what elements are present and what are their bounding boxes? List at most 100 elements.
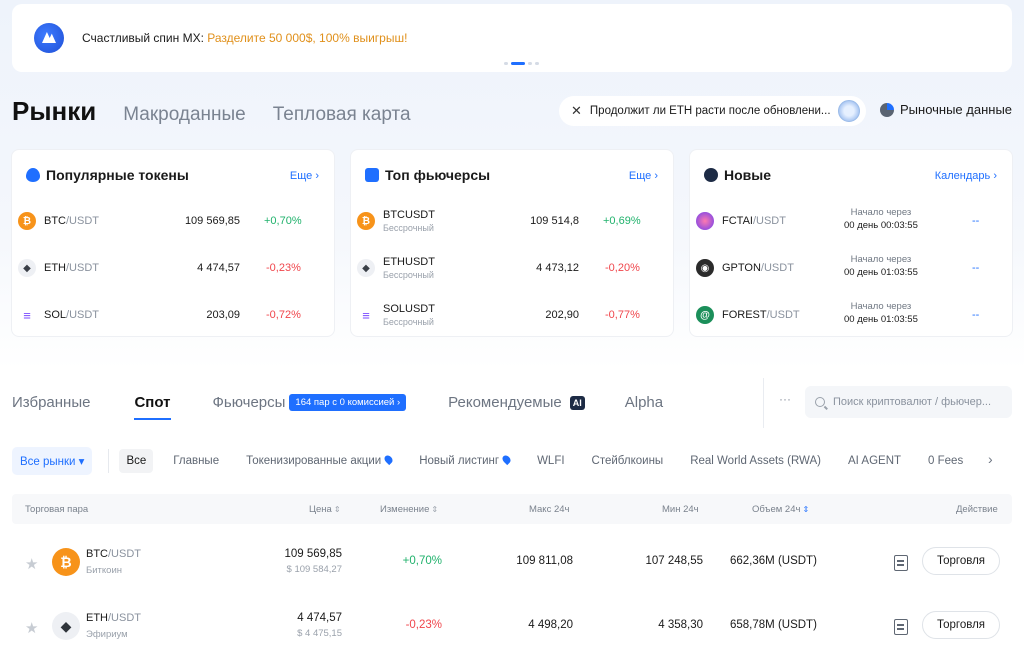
eth-icon: ◆ <box>52 612 80 640</box>
drop-icon <box>383 453 395 466</box>
filter-new-listing[interactable]: Новый листинг <box>419 453 513 467</box>
sol-icon: ≡ <box>357 306 375 324</box>
value: -- <box>972 262 980 274</box>
tab-heatmap[interactable]: Тепловая карта <box>273 104 411 126</box>
close-icon[interactable]: ✕ <box>571 103 582 119</box>
fctai-icon <box>696 212 714 230</box>
filter-stablecoins[interactable]: Стейблкоины <box>592 455 664 467</box>
list-item[interactable]: ◉ GPTON/USDT Начало через 00 день 01:03:5… <box>696 250 1006 286</box>
news-pill[interactable]: ✕ Продолжит ли ETH расти после обновлени… <box>559 96 866 126</box>
zero-fee-badge[interactable]: 164 пар с 0 комиссией › <box>289 394 407 411</box>
list-item[interactable]: ≡ SOLUSDT Бессрочный 202,90 -0,77% <box>357 297 667 333</box>
btc-icon: ₿ <box>357 212 375 230</box>
carousel-dots <box>504 62 539 65</box>
list-item[interactable]: @ FOREST/USDT Начало через 00 день 01:03:… <box>696 297 1006 333</box>
list-item[interactable]: FCTAI/USDT Начало через 00 день 00:03:55 … <box>696 203 1006 239</box>
btc-icon: ₿ <box>18 212 36 230</box>
start-countdown: Начало через 00 день 01:03:55 <box>844 301 918 325</box>
filter-zero-fees[interactable]: 0 Fees <box>928 455 963 467</box>
pair-label: BTC/USDT <box>86 548 141 560</box>
more-options-icon[interactable]: ··· <box>779 392 791 406</box>
search-input[interactable]: Поиск криптовалют / фьючер... <box>805 386 1012 418</box>
tab-favorites[interactable]: Избранные <box>12 394 90 411</box>
trade-button[interactable]: Торговля <box>922 611 1000 639</box>
header-low: Мин 24ч <box>662 504 699 515</box>
btc-icon: ₿ <box>52 548 80 576</box>
header-price[interactable]: Цена ⇕ <box>309 504 341 515</box>
more-link[interactable]: Еще › <box>290 170 319 182</box>
more-link[interactable]: Еще › <box>629 170 658 182</box>
calendar-link[interactable]: Календарь › <box>935 170 997 182</box>
forest-icon: @ <box>696 306 714 324</box>
pair-block: ETHUSDT Бессрочный <box>383 256 435 280</box>
tab-alpha[interactable]: Alpha <box>625 394 663 411</box>
trade-button[interactable]: Торговля <box>922 547 1000 575</box>
filter-ai-agent[interactable]: AI AGENT <box>848 455 901 467</box>
change: +0,70% <box>264 215 302 227</box>
star-icon[interactable]: ★ <box>25 555 38 573</box>
header-volume[interactable]: Объем 24ч ⇕ <box>752 504 809 515</box>
tab-recommended[interactable]: Рекомендуемые <box>448 394 562 411</box>
tab-spot[interactable]: Спот <box>134 394 171 420</box>
carousel-dot[interactable] <box>504 62 508 65</box>
mexc-logo-icon <box>34 23 64 53</box>
news-text: Продолжит ли ETH расти после обновлени..… <box>589 105 831 117</box>
list-item[interactable]: ₿ BTC/USDT 109 569,85 +0,70% <box>18 203 328 239</box>
volume-cell: 662,36M (USDT) <box>730 555 817 567</box>
market-section-tabs: Избранные Спот Фьючерсы 164 пар с 0 коми… <box>12 394 693 420</box>
high-cell: 4 498,20 <box>528 619 573 631</box>
tab-markets[interactable]: Рынки <box>12 96 96 127</box>
promo-banner[interactable]: Счастливый спин MX: Разделите 50 000$, 1… <box>12 4 1012 72</box>
tab-futures[interactable]: Фьючерсы <box>213 394 286 411</box>
header-high: Макс 24ч <box>529 504 570 515</box>
change: -0,23% <box>266 262 301 274</box>
eth-icon: ◆ <box>357 259 375 277</box>
price: 202,90 <box>545 309 579 321</box>
tab-macro-data[interactable]: Макроданные <box>123 104 246 126</box>
star-icon[interactable]: ★ <box>25 619 38 637</box>
filter-all[interactable]: Все <box>119 449 154 473</box>
chevron-right-icon[interactable]: › <box>988 451 993 467</box>
gpton-icon: ◉ <box>696 259 714 277</box>
banner-text: Счастливый спин MX: Разделите 50 000$, 1… <box>82 31 407 45</box>
futures-icon <box>365 168 379 182</box>
drop-icon <box>500 453 513 466</box>
filter-tokenized-stocks[interactable]: Токенизированные акции <box>246 453 395 467</box>
table-row[interactable]: ★ ₿ BTC/USDT Биткоин 109 569,85 $ 109 584… <box>12 537 1012 593</box>
change: -0,77% <box>605 309 640 321</box>
banner-highlight: Разделите 50 000$, 100% выигрыш! <box>207 31 408 45</box>
pair-label: ETH/USDT <box>86 612 141 624</box>
document-icon[interactable] <box>894 619 908 635</box>
search-placeholder: Поиск криптовалют / фьючер... <box>833 396 991 408</box>
filter-wlfi[interactable]: WLFI <box>537 455 564 467</box>
divider <box>763 378 764 428</box>
coin-name: Эфириум <box>86 629 128 640</box>
low-cell: 107 248,55 <box>645 555 703 567</box>
carousel-dot[interactable] <box>535 62 539 65</box>
pair-label: FCTAI/USDT <box>722 215 786 227</box>
filter-bar: Все рынки ▾ Все Главные Токенизированные… <box>12 447 990 475</box>
list-item[interactable]: ◆ ETHUSDT Бессрочный 4 473,12 -0,20% <box>357 250 667 286</box>
carousel-dot-active[interactable] <box>511 62 525 65</box>
list-item[interactable]: ◆ ETH/USDT 4 474,57 -0,23% <box>18 250 328 286</box>
sol-icon: ≡ <box>18 306 36 324</box>
price-cell: 4 474,57 $ 4 475,15 <box>297 612 342 639</box>
carousel-dot[interactable] <box>528 62 532 65</box>
eth-icon: ◆ <box>18 259 36 277</box>
coin-name: Биткоин <box>86 565 122 576</box>
header-pair: Торговая пара <box>25 504 89 515</box>
new-icon <box>704 168 718 182</box>
eth-coin-icon <box>838 100 860 122</box>
filter-rwa[interactable]: Real World Assets (RWA) <box>690 455 821 467</box>
sort-icon: ⇕ <box>333 505 341 514</box>
market-data-link[interactable]: Рыночные данные <box>880 102 1012 117</box>
all-markets-dropdown[interactable]: Все рынки ▾ <box>12 447 93 475</box>
volume-cell: 658,78M (USDT) <box>730 619 817 631</box>
filter-main[interactable]: Главные <box>173 455 219 467</box>
list-item[interactable]: ≡ SOL/USDT 203,09 -0,72% <box>18 297 328 333</box>
header-change[interactable]: Изменение ⇕ <box>380 504 438 515</box>
table-row[interactable]: ★ ◆ ETH/USDT Эфириум 4 474,57 $ 4 475,15 … <box>12 601 1012 651</box>
list-item[interactable]: ₿ BTCUSDT Бессрочный 109 514,8 +0,69% <box>357 203 667 239</box>
market-data-label: Рыночные данные <box>900 102 1013 117</box>
document-icon[interactable] <box>894 555 908 571</box>
